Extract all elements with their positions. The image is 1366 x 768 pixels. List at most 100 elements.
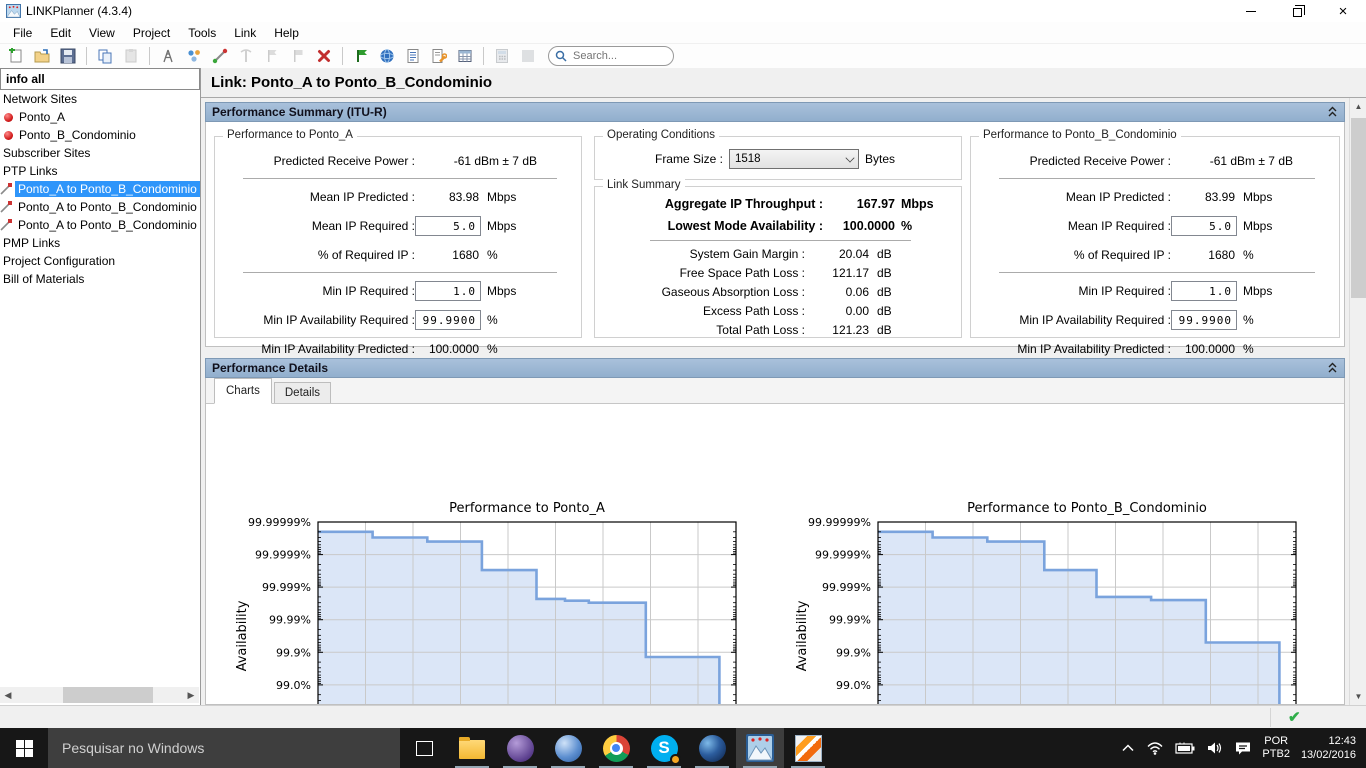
sidebar-item-subscriber-sites[interactable]: Subscriber Sites bbox=[0, 144, 200, 162]
menu-help[interactable]: Help bbox=[265, 23, 308, 43]
language-indicator[interactable]: POR PTB2 bbox=[1262, 735, 1290, 761]
new-ptp-link-icon[interactable] bbox=[208, 45, 232, 67]
taskbar-app-orange-swirl[interactable] bbox=[784, 728, 832, 768]
copy-icon[interactable] bbox=[93, 45, 117, 67]
new-subscriber-sites-icon[interactable] bbox=[182, 45, 206, 67]
menu-file[interactable]: File bbox=[4, 23, 41, 43]
scrollbar-thumb[interactable] bbox=[62, 687, 153, 703]
min-ip-required-input[interactable] bbox=[415, 281, 481, 301]
sidebar-item-bill-of-materials[interactable]: Bill of Materials bbox=[0, 270, 200, 288]
tab-details[interactable]: Details bbox=[273, 382, 332, 403]
tray-chevron-up-icon[interactable] bbox=[1121, 743, 1135, 753]
restore-icon bbox=[1292, 4, 1305, 17]
flag-a-icon[interactable] bbox=[260, 45, 284, 67]
collapse-icon[interactable] bbox=[1327, 362, 1338, 374]
sidebar-item-ptp-link-3[interactable]: Ponto_A to Ponto_B_Condominio bbox=[0, 216, 200, 234]
sidebar-item-ponto-a[interactable]: Ponto_A bbox=[0, 108, 200, 126]
report-icon[interactable] bbox=[401, 45, 425, 67]
close-icon: × bbox=[1338, 2, 1348, 20]
predicted-receive-power-value: -61 dBm ± 7 dB bbox=[1209, 154, 1293, 168]
free-space-path-loss-value: 121.17 bbox=[832, 265, 869, 280]
performance-details-header[interactable]: Performance Details bbox=[205, 358, 1345, 378]
mean-ip-required-input[interactable] bbox=[1171, 216, 1237, 236]
tab-charts[interactable]: Charts bbox=[214, 378, 272, 404]
sidebar-item-ptp-link-1[interactable]: Ponto_A to Ponto_B_Condominio bbox=[0, 180, 200, 198]
collapse-icon[interactable] bbox=[1327, 106, 1338, 118]
new-pmp-link-icon[interactable] bbox=[234, 45, 258, 67]
scroll-up-arrow-icon[interactable]: ▲ bbox=[1350, 98, 1366, 115]
pct-required-ip-value: 1680 bbox=[452, 248, 479, 262]
frame-size-select[interactable]: 1518 bbox=[729, 149, 859, 169]
save-icon[interactable] bbox=[56, 45, 80, 67]
task-view-button[interactable] bbox=[400, 728, 448, 768]
restore-button[interactable] bbox=[1274, 0, 1320, 22]
minimize-button[interactable] bbox=[1228, 0, 1274, 22]
sidebar-item-project-configuration[interactable]: Project Configuration bbox=[0, 252, 200, 270]
min-ip-availability-required-input[interactable] bbox=[1171, 310, 1237, 330]
menu-view[interactable]: View bbox=[80, 23, 124, 43]
snapshot-icon[interactable] bbox=[516, 45, 540, 67]
speaker-icon[interactable] bbox=[1206, 741, 1224, 755]
open-project-icon[interactable] bbox=[30, 45, 54, 67]
clock[interactable]: 12:43 13/02/2016 bbox=[1301, 734, 1356, 762]
wifi-icon[interactable] bbox=[1146, 741, 1164, 755]
menu-edit[interactable]: Edit bbox=[41, 23, 80, 43]
goto-flag-icon[interactable] bbox=[349, 45, 373, 67]
paste-icon[interactable] bbox=[119, 45, 143, 67]
taskbar-app-bittorrent[interactable] bbox=[496, 728, 544, 768]
tree-header[interactable]: info all bbox=[0, 68, 200, 90]
svg-text:99.99999%: 99.99999% bbox=[808, 516, 871, 529]
taskbar-app-linkplanner[interactable] bbox=[736, 728, 784, 768]
taskbar-app-utorrent[interactable] bbox=[544, 728, 592, 768]
close-button[interactable]: × bbox=[1320, 0, 1366, 22]
taskbar-app-chrome[interactable] bbox=[592, 728, 640, 768]
main-vertical-scrollbar[interactable]: ▲ ▼ bbox=[1349, 98, 1366, 705]
bittorrent-icon bbox=[506, 734, 534, 762]
app-icon bbox=[6, 4, 21, 18]
sidebar-item-network-sites[interactable]: Network Sites bbox=[0, 90, 200, 108]
scrollbar-thumb[interactable] bbox=[1351, 118, 1366, 298]
ptp-link-icon bbox=[0, 183, 12, 195]
linkplanner-icon bbox=[746, 734, 774, 762]
sidebar-item-ptp-links[interactable]: PTP Links bbox=[0, 162, 200, 180]
project-tree-panel: info all Network Sites Ponto_A Ponto_B_C… bbox=[0, 68, 201, 705]
scroll-down-arrow-icon[interactable]: ▼ bbox=[1350, 688, 1366, 705]
titlebar: LINKPlanner (4.3.4) × bbox=[0, 0, 1366, 22]
taskbar-app-google-earth[interactable] bbox=[688, 728, 736, 768]
mean-ip-required-input[interactable] bbox=[415, 216, 481, 236]
taskbar-app-file-explorer[interactable] bbox=[448, 728, 496, 768]
bill-of-materials-icon[interactable] bbox=[427, 45, 451, 67]
taskbar-app-skype[interactable]: S bbox=[640, 728, 688, 768]
sidebar-item-ponto-b-condominio[interactable]: Ponto_B_Condominio bbox=[0, 126, 200, 144]
svg-text:99.9%: 99.9% bbox=[276, 646, 311, 659]
menu-tools[interactable]: Tools bbox=[179, 23, 225, 43]
scroll-left-arrow-icon[interactable]: ◀ bbox=[0, 687, 16, 703]
search-input[interactable] bbox=[571, 49, 661, 63]
google-earth-icon bbox=[698, 734, 726, 762]
tree-horizontal-scrollbar[interactable]: ◀ ▶ bbox=[0, 687, 199, 703]
flag-b-icon[interactable] bbox=[286, 45, 310, 67]
start-button[interactable] bbox=[0, 728, 48, 768]
min-ip-availability-required-input[interactable] bbox=[415, 310, 481, 330]
pct-required-ip-value: 1680 bbox=[1208, 248, 1235, 262]
sidebar-item-pmp-links[interactable]: PMP Links bbox=[0, 234, 200, 252]
taskbar-search[interactable]: Pesquisar no Windows bbox=[48, 728, 400, 768]
system-gain-margin-value: 20.04 bbox=[838, 246, 869, 261]
min-ip-availability-predicted-value: 100.0000 bbox=[1184, 342, 1235, 356]
new-project-icon[interactable] bbox=[4, 45, 28, 67]
min-ip-required-input[interactable] bbox=[1171, 281, 1237, 301]
new-network-site-icon[interactable] bbox=[156, 45, 180, 67]
menu-link[interactable]: Link bbox=[225, 23, 265, 43]
sidebar-item-ptp-link-2[interactable]: Ponto_A to Ponto_B_Condominio bbox=[0, 198, 200, 216]
toolbar-separator bbox=[149, 47, 150, 65]
scroll-right-arrow-icon[interactable]: ▶ bbox=[183, 687, 199, 703]
calculator-icon[interactable] bbox=[490, 45, 514, 67]
table-icon[interactable] bbox=[453, 45, 477, 67]
menu-project[interactable]: Project bbox=[124, 23, 179, 43]
predicted-receive-power-value: -61 dBm ± 7 dB bbox=[453, 154, 537, 168]
action-center-icon[interactable] bbox=[1235, 741, 1251, 755]
google-earth-icon[interactable] bbox=[375, 45, 399, 67]
delete-icon[interactable] bbox=[312, 45, 336, 67]
battery-icon[interactable] bbox=[1175, 742, 1195, 754]
performance-summary-header[interactable]: Performance Summary (ITU-R) bbox=[205, 102, 1345, 122]
